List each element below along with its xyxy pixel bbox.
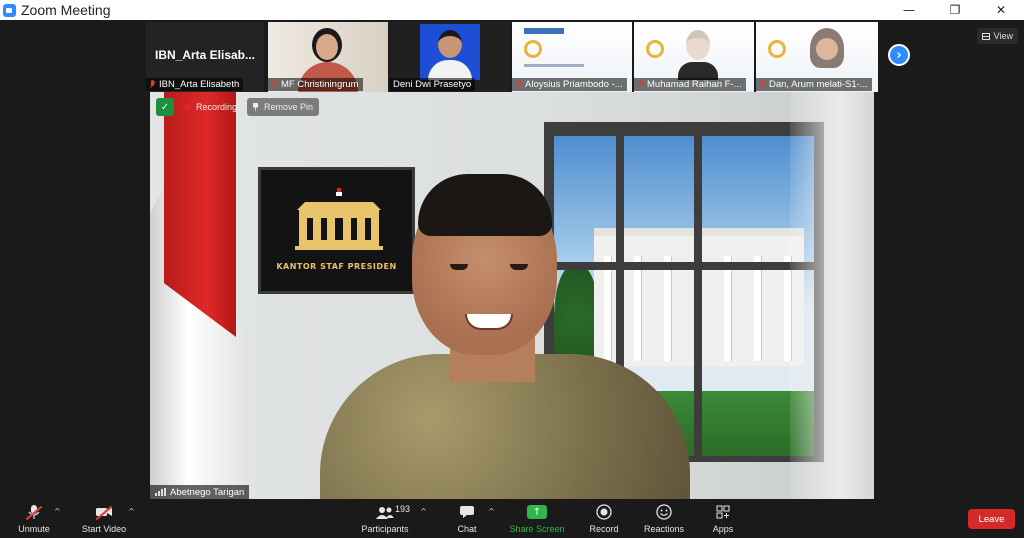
participant-name-label: IBN_Arta Elisabeth: [146, 78, 244, 91]
participant-photo-shirt: [428, 60, 472, 80]
window-controls: — ❐ ✕: [886, 0, 1024, 20]
participant-name-label: Deni Dwi Prasetyo: [390, 78, 476, 91]
mic-muted-icon: [637, 80, 644, 89]
slide-logo-icon: [646, 40, 664, 58]
view-button[interactable]: View: [976, 28, 1018, 44]
video-overlay-badges: ✓ Recording Remove Pin: [156, 98, 320, 116]
slide-banner: [524, 28, 564, 34]
palace-pillar: [664, 256, 671, 361]
palace-pillar: [634, 256, 641, 361]
participant-tile[interactable]: Muhamad Raihan F-...: [634, 22, 754, 92]
participant-tile[interactable]: MF Christiningrum: [268, 22, 388, 92]
leave-button[interactable]: Leave: [968, 509, 1015, 529]
participants-options-caret-icon[interactable]: ^: [420, 507, 427, 516]
participant-name-label: Dan, Arum melati-S1-...: [756, 78, 872, 91]
chevron-right-icon: ›: [896, 47, 902, 63]
participant-tile[interactable]: Dan, Arum melati-S1-...: [756, 22, 878, 92]
slide-logo-icon: [524, 40, 542, 58]
pin-icon: [253, 102, 259, 112]
speaker-name-label: Abetnego Tarigan: [150, 485, 250, 499]
participant-name-label: MF Christiningrum: [268, 78, 363, 91]
participant-video-face: [316, 34, 338, 60]
window-mullion: [554, 262, 814, 270]
restore-button[interactable]: ❐: [932, 0, 978, 20]
participant-tile[interactable]: IBN_Arta Elisab... IBN_Arta Elisabeth: [146, 22, 264, 92]
share-screen-button[interactable]: ↑ Share Screen: [508, 499, 566, 538]
chat-bubble-icon: [456, 503, 478, 521]
start-video-button[interactable]: Start Video: [78, 499, 130, 538]
zoom-window: Zoom Meeting — ❐ ✕ IBN_Arta Elisab... IB…: [0, 0, 1024, 538]
video-options-caret-icon[interactable]: ^: [128, 507, 135, 516]
smiley-icon: [653, 503, 675, 521]
signal-strength-icon: [155, 488, 166, 496]
participant-big-name: IBN_Arta Elisab...: [154, 48, 256, 62]
window-curtain: [790, 92, 874, 499]
frame-caption: KANTOR STAF PRESIDEN: [276, 262, 397, 271]
close-button[interactable]: ✕: [978, 0, 1024, 20]
palace-icon: [295, 188, 383, 250]
participant-strip: IBN_Arta Elisab... IBN_Arta Elisabeth MF…: [0, 20, 1024, 92]
mic-muted-icon: [759, 80, 766, 89]
mic-muted-icon: [149, 80, 156, 89]
participants-icon: 193: [374, 503, 410, 521]
participant-avatar-face: [816, 38, 838, 60]
mic-muted-icon: [515, 80, 522, 89]
title-bar: Zoom Meeting — ❐ ✕: [0, 0, 1024, 20]
share-screen-icon: ↑: [526, 503, 548, 521]
participant-name-label: Aloysius Priambodo -...: [512, 78, 627, 91]
participant-photo-face: [438, 30, 462, 58]
main-speaker-video[interactable]: KANTOR STAF PRESIDEN ✓ Recording Remove …: [150, 92, 874, 499]
apps-grid-icon: [712, 503, 734, 521]
participant-name-label: Muhamad Raihan F-...: [634, 78, 746, 91]
participant-avatar: [686, 30, 710, 60]
security-shield-icon[interactable]: ✓: [156, 98, 174, 116]
participants-button[interactable]: 193 Participants: [358, 499, 412, 538]
participant-tile[interactable]: Deni Dwi Prasetyo: [390, 22, 510, 92]
chat-button[interactable]: Chat: [452, 499, 482, 538]
meeting-toolbar: Unmute ^ Start Video ^ 193 Participants …: [0, 499, 1024, 538]
recording-indicator: Recording: [180, 98, 241, 116]
reactions-button[interactable]: Reactions: [640, 499, 688, 538]
apps-button[interactable]: Apps: [706, 499, 740, 538]
participant-photo: [420, 24, 480, 80]
wall-frame-logo: KANTOR STAF PRESIDEN: [258, 167, 415, 294]
next-page-button[interactable]: ›: [888, 44, 910, 66]
recording-dot-icon: [184, 103, 191, 111]
remove-pin-button[interactable]: Remove Pin: [247, 98, 320, 116]
window-mullion: [694, 136, 702, 456]
mic-muted-icon: [271, 80, 278, 89]
unmute-button[interactable]: Unmute: [12, 499, 56, 538]
record-button[interactable]: Record: [586, 499, 622, 538]
slide-logo-icon: [768, 40, 786, 58]
view-grid-icon: [981, 32, 990, 40]
speaker-hair: [418, 174, 552, 236]
minimize-button[interactable]: —: [886, 0, 932, 20]
palace-pillar: [724, 256, 731, 361]
slide-text-line: [524, 64, 584, 67]
window-title: Zoom Meeting: [21, 2, 111, 18]
audio-options-caret-icon[interactable]: ^: [54, 507, 61, 516]
participants-count: 193: [395, 504, 411, 514]
record-icon: [593, 503, 615, 521]
video-camera-off-icon: [93, 503, 115, 521]
zoom-logo-icon: [3, 3, 16, 17]
microphone-muted-icon: [23, 503, 45, 521]
palace-pillar: [604, 256, 611, 361]
palace-pillar: [754, 256, 761, 361]
chat-options-caret-icon[interactable]: ^: [488, 507, 495, 516]
participant-tile[interactable]: Aloysius Priambodo -...: [512, 22, 632, 92]
